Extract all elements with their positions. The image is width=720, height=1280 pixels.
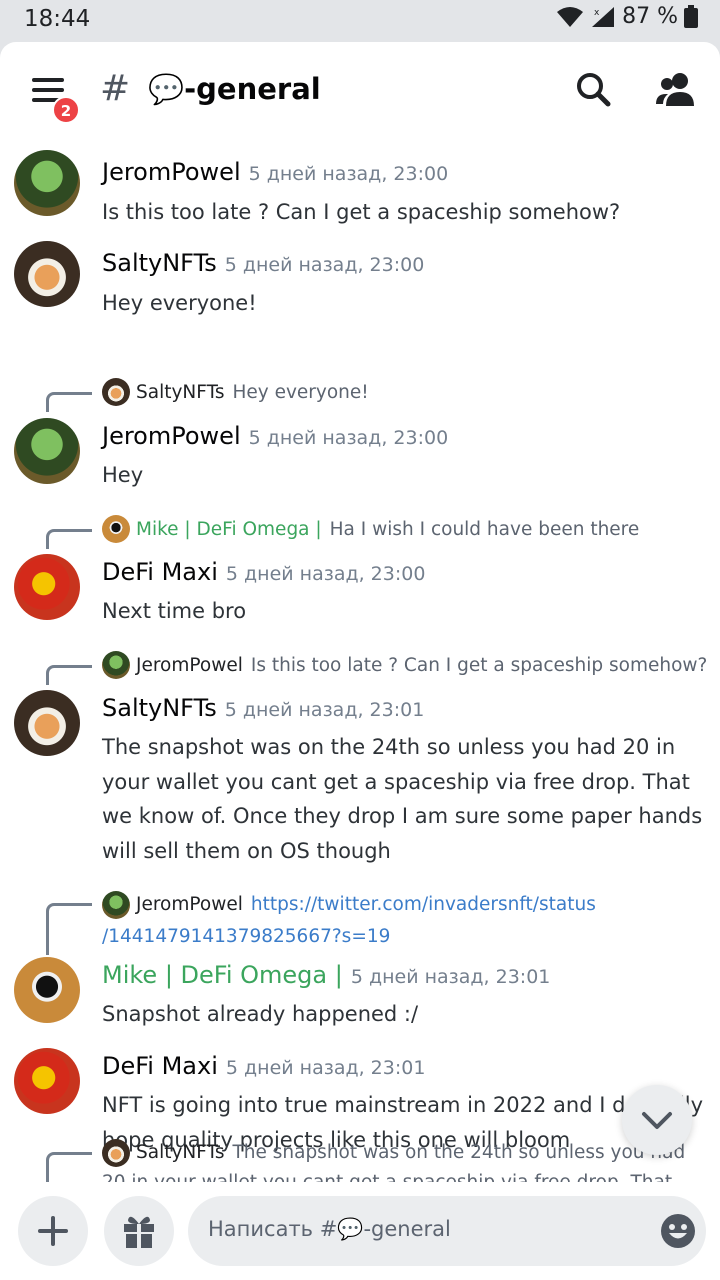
reply-author: SaltyNFTs <box>136 1142 225 1163</box>
message-input[interactable]: Написать #💬-general <box>188 1196 706 1266</box>
reply-avatar <box>102 651 130 679</box>
channel-name: 💬-general <box>148 72 321 106</box>
battery-level: 87 % <box>622 4 678 29</box>
message-author[interactable]: DeFi Maxi <box>102 1052 218 1080</box>
reply-author: JeromPowel <box>136 654 243 676</box>
message-author[interactable]: SaltyNFTs <box>102 694 217 722</box>
members-button[interactable] <box>654 70 698 110</box>
channel-header: 2 # 💬-general <box>0 42 720 142</box>
message-author[interactable]: Mike | DeFi Omega | <box>102 961 343 989</box>
message-time: 5 дней назад, 23:00 <box>224 254 425 276</box>
message-author[interactable]: SaltyNFTs <box>102 249 217 277</box>
message-text: Hey <box>102 463 144 487</box>
signal-icon: x <box>592 6 615 27</box>
avatar[interactable] <box>14 150 80 216</box>
message-list[interactable]: JeromPowel 5 дней назад, 23:00 Is this to… <box>0 142 720 1182</box>
message-text: Is this too late ? Can I get a spaceship… <box>102 200 621 224</box>
message-time: 5 дней назад, 23:00 <box>248 163 449 185</box>
reply-avatar <box>102 378 130 406</box>
reply-preview[interactable]: JeromPowel https://twitter.com/invadersnf… <box>0 889 720 955</box>
members-icon <box>656 73 694 106</box>
reply-avatar <box>102 891 130 919</box>
message-time: 5 дней назад, 23:01 <box>224 699 425 721</box>
reply-author: JeromPowel <box>136 894 243 915</box>
reply-preview[interactable]: Mike | DeFi Omega | Ha I wish I could ha… <box>0 515 720 549</box>
reply-text: Ha I wish I could have been there <box>329 518 640 540</box>
reply-preview[interactable]: SaltyNFTs Hey everyone! <box>0 378 720 412</box>
avatar[interactable] <box>14 241 80 307</box>
attach-button[interactable] <box>18 1196 88 1266</box>
avatar[interactable] <box>14 418 80 484</box>
reply-preview[interactable]: JeromPowel Is this too late ? Can I get … <box>0 651 720 685</box>
reply-connector <box>46 665 92 685</box>
message-composer: Написать #💬-general <box>0 1186 720 1280</box>
reply-text: Hey everyone! <box>232 381 369 403</box>
avatar[interactable] <box>14 554 80 620</box>
reply-preview[interactable]: SaltyNFTs The snapshot was on the 24th so… <box>0 1138 720 1182</box>
status-icons: x 87 % <box>556 4 698 29</box>
message-author[interactable]: JeromPowel <box>102 158 241 186</box>
message-text: The snapshot was on the 24th so unless y… <box>102 735 703 863</box>
plus-icon <box>38 1216 68 1246</box>
message-time: 5 дней назад, 23:00 <box>225 563 426 585</box>
chevron-down-icon <box>642 1112 672 1129</box>
reply-link[interactable]: https://twitter.com/invadersnft/status <box>251 894 596 915</box>
search-icon <box>577 73 611 107</box>
reply-avatar <box>102 515 130 543</box>
message-author[interactable]: DeFi Maxi <box>102 558 218 586</box>
jump-to-bottom-button[interactable] <box>622 1085 692 1155</box>
gift-button[interactable] <box>104 1196 174 1266</box>
reply-connector <box>46 1152 92 1182</box>
wifi-icon <box>557 6 584 27</box>
message-text: Hey everyone! <box>102 291 257 315</box>
gift-icon <box>124 1216 154 1248</box>
message-time: 5 дней назад, 23:01 <box>225 1057 426 1079</box>
avatar[interactable] <box>14 957 80 1023</box>
svg-text:x: x <box>594 8 600 18</box>
reply-author: Mike | DeFi Omega | <box>136 518 322 540</box>
reply-author: SaltyNFTs <box>136 381 225 403</box>
avatar[interactable] <box>14 690 80 756</box>
message-time: 5 дней назад, 23:00 <box>248 427 449 449</box>
notification-badge: 2 <box>52 96 80 124</box>
status-time: 18:44 <box>24 6 91 32</box>
reply-connector <box>46 903 92 955</box>
message-input-placeholder: Написать #💬-general <box>208 1217 451 1241</box>
reply-link-continued[interactable]: /1441479141379825667?s=19 <box>102 926 390 947</box>
emoji-icon <box>661 1214 695 1248</box>
emoji-button[interactable] <box>660 1213 696 1249</box>
reply-connector <box>46 529 92 549</box>
reply-avatar <box>102 1139 130 1167</box>
avatar[interactable] <box>14 1048 80 1114</box>
search-button[interactable] <box>574 70 614 110</box>
status-bar: 18:44 x 87 % <box>0 0 720 42</box>
message-text: Next time bro <box>102 599 247 623</box>
channel-hash-icon: # <box>100 68 131 109</box>
app-window: 2 # 💬-general JeromPowel 5 дней назад, 23… <box>0 42 720 1280</box>
reply-connector <box>46 392 92 412</box>
reply-text: Is this too late ? Can I get a spaceship… <box>250 654 708 676</box>
message-time: 5 дней назад, 23:01 <box>350 966 551 988</box>
battery-icon <box>684 4 698 28</box>
message-author[interactable]: JeromPowel <box>102 422 241 450</box>
message-text: Snapshot already happened :/ <box>102 1002 419 1026</box>
